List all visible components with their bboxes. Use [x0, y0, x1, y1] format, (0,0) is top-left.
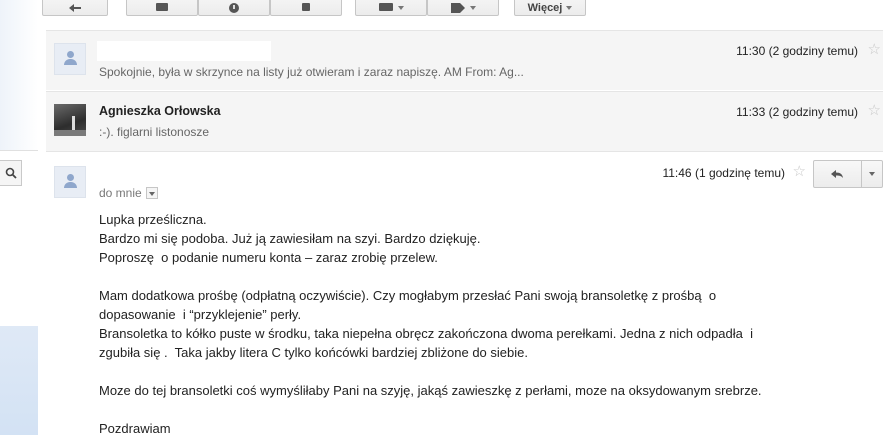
reply-button[interactable]	[813, 160, 862, 188]
delete-icon	[302, 3, 310, 11]
collapsed-message[interactable]: Spokojnie, była w skrzynce na listy już …	[46, 30, 883, 90]
avatar	[54, 43, 86, 75]
sidebar-divider	[0, 150, 38, 151]
search-icon	[5, 167, 17, 179]
archive-icon	[156, 3, 168, 11]
toolbar: Więcej	[38, 0, 883, 18]
chevron-down-icon	[397, 6, 404, 10]
back-button[interactable]	[42, 0, 108, 16]
sidebar-chat-panel	[0, 326, 38, 435]
message-time: 11:30 (2 godziny temu)	[736, 44, 858, 58]
body-line: Poproszę o podanie numeru konta – zaraz …	[99, 250, 438, 265]
message-time: 11:46 (1 godzinę temu)	[662, 166, 785, 180]
show-details-button[interactable]	[145, 187, 158, 199]
recipient-label: do mnie	[99, 186, 142, 200]
body-line: Lupka prześliczna.	[99, 212, 207, 227]
body-line: zgubiła się . Taka jakby litera C tylko …	[99, 345, 528, 360]
sender-name: Agnieszka Orłowska	[99, 104, 221, 118]
expanded-message: 11:46 (1 godzinę temu) ☆ do mnie Lupka p…	[46, 151, 883, 435]
search-button[interactable]	[0, 160, 22, 186]
move-to-button[interactable]	[355, 0, 427, 16]
more-actions-button[interactable]	[861, 160, 883, 188]
star-icon[interactable]: ☆	[868, 42, 881, 57]
conversation-thread: Spokojnie, była w skrzynce na listy już …	[46, 30, 883, 435]
body-line: dopasowanie i “przyklejenie” perły.	[99, 307, 302, 322]
body-line: Moze do tej bransoletki coś wymyśliłaby …	[99, 383, 762, 398]
report-spam-icon	[229, 3, 239, 13]
message-snippet: :-). figlarni listonosze	[99, 125, 210, 139]
reply-button-group	[813, 160, 883, 188]
body-line: Mam dodatkowa prośbę (odpłatną oczywiści…	[99, 288, 717, 303]
chevron-down-icon	[868, 172, 875, 176]
more-button-label: Więcej	[527, 2, 563, 14]
message-snippet: Spokojnie, była w skrzynce na listy już …	[99, 65, 524, 79]
avatar	[54, 104, 86, 136]
star-icon[interactable]: ☆	[868, 103, 881, 118]
reply-icon	[831, 170, 844, 178]
avatar	[54, 166, 86, 198]
chevron-down-icon	[566, 6, 573, 10]
recipient-line: do mnie	[99, 186, 158, 200]
sidebar-background	[0, 0, 38, 150]
report-spam-button[interactable]	[198, 0, 270, 16]
back-arrow-icon	[69, 4, 81, 12]
message-time: 11:33 (2 godziny temu)	[736, 105, 858, 119]
body-line: Bardzo mi się podoba. Już ją zawiesiłam …	[99, 231, 481, 246]
delete-button[interactable]	[270, 0, 342, 16]
collapsed-message[interactable]: Agnieszka Orłowska :-). figlarni listono…	[46, 91, 883, 151]
body-line: Pozdrawiam	[99, 421, 171, 435]
tag-icon	[450, 3, 465, 13]
more-button[interactable]: Więcej	[514, 0, 586, 16]
star-icon[interactable]: ☆	[793, 164, 806, 179]
folder-icon	[378, 3, 393, 11]
left-sidebar-edge	[0, 0, 38, 435]
labels-button[interactable]	[427, 0, 499, 16]
archive-button[interactable]	[126, 0, 198, 16]
message-body: Lupka prześliczna. Bardzo mi się podoba.…	[99, 210, 859, 435]
body-line: Bransoletka to kółko puste w środku, tak…	[99, 326, 753, 341]
chevron-down-icon	[469, 6, 476, 10]
sender-name-redacted	[97, 41, 271, 61]
